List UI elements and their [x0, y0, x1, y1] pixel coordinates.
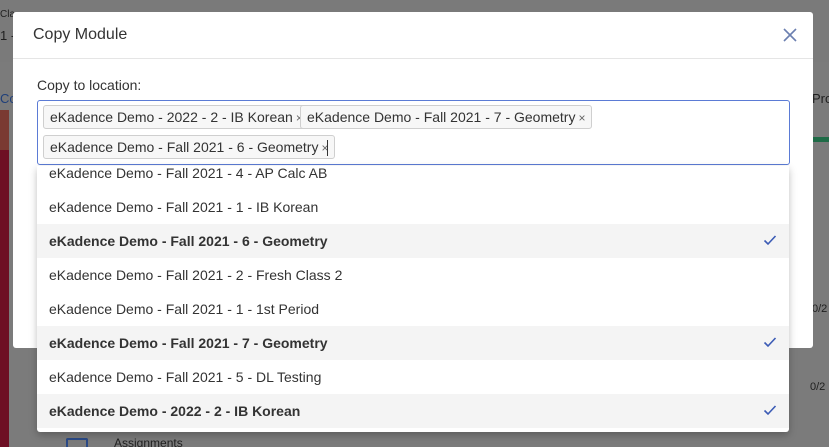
dropdown-option[interactable]: eKadence Demo - Fall 2021 - 1 - IB Korea…	[37, 190, 789, 224]
selected-tag: eKadence Demo - Fall 2021 - 6 - Geometry…	[43, 135, 336, 159]
remove-tag-icon[interactable]: ×	[578, 111, 585, 125]
option-label: eKadence Demo - Fall 2021 - 6 - Geometry	[49, 233, 328, 249]
selected-tag-label: eKadence Demo - Fall 2021 - 7 - Geometry	[307, 109, 576, 125]
option-label: eKadence Demo - Fall 2021 - 1 - 1st Peri…	[49, 301, 320, 317]
check-icon	[763, 235, 777, 246]
background-right-label: Pro	[812, 91, 829, 106]
copy-location-label: Copy to location:	[37, 77, 142, 93]
option-label: eKadence Demo - Fall 2021 - 4 - AP Calc …	[49, 166, 328, 181]
modal-header: Copy Module	[13, 12, 813, 59]
selected-tag: eKadence Demo - 2022 - 2 - IB Korean×	[43, 105, 310, 129]
background-color-strip	[0, 110, 9, 447]
background-color-strip-top	[0, 110, 9, 150]
dropdown-option[interactable]: eKadence Demo - Fall 2021 - 4 - AP Calc …	[37, 166, 789, 190]
modal-title: Copy Module	[33, 26, 128, 43]
copy-location-select[interactable]: eKadence Demo - 2022 - 2 - IB Korean× eK…	[37, 100, 790, 165]
background-progress-bar	[812, 137, 829, 142]
check-icon	[763, 405, 777, 416]
option-label: eKadence Demo - 2022 - 2 - IB Korean	[49, 403, 301, 419]
dropdown-option[interactable]: eKadence Demo - Fall 2021 - 1 - 1st Peri…	[37, 292, 789, 326]
location-dropdown: eKadence Demo - Fall 2021 - 4 - AP Calc …	[37, 166, 789, 432]
assignments-icon	[66, 438, 88, 447]
dropdown-option-selected[interactable]: eKadence Demo - Fall 2021 - 6 - Geometry	[37, 224, 789, 258]
background-right-value-2: 0/2	[810, 381, 826, 393]
option-label: eKadence Demo - Fall 2021 - 7 - Geometry	[49, 335, 328, 351]
selected-tag: eKadence Demo - Fall 2021 - 7 - Geometry…	[300, 105, 593, 129]
close-icon	[783, 28, 797, 42]
option-label: eKadence Demo - Fall 2021 - 2 - Fresh Cl…	[49, 267, 343, 283]
dropdown-option[interactable]: eKadence Demo - Fall 2021 - 2 - Fresh Cl…	[37, 258, 789, 292]
check-icon	[763, 337, 777, 348]
dropdown-option-selected[interactable]: eKadence Demo - Fall 2021 - 7 - Geometry	[37, 326, 789, 360]
background-right-value-1: 0/2	[812, 303, 828, 315]
dropdown-option-selected[interactable]: eKadence Demo - 2022 - 2 - IB Korean	[37, 394, 789, 428]
option-label: eKadence Demo - Fall 2021 - 1 - IB Korea…	[49, 199, 319, 215]
option-label: eKadence Demo - Fall 2021 - 5 - DL Testi…	[49, 369, 322, 385]
text-cursor	[327, 140, 328, 156]
selected-tag-label: eKadence Demo - Fall 2021 - 6 - Geometry	[50, 139, 319, 155]
close-button[interactable]	[781, 25, 799, 45]
background-assignments-label: Assignments	[114, 436, 183, 447]
selected-tag-label: eKadence Demo - 2022 - 2 - IB Korean	[50, 109, 293, 125]
dropdown-option[interactable]: eKadence Demo - Fall 2021 - 5 - DL Testi…	[37, 360, 789, 394]
